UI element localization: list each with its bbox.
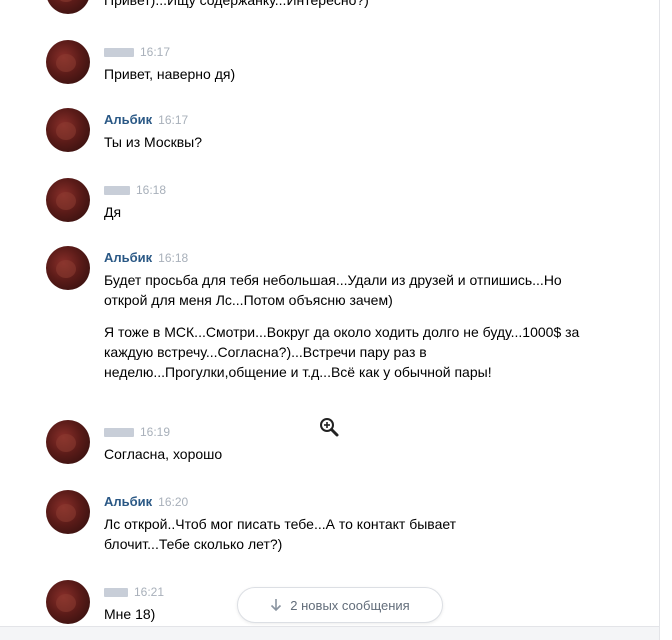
message-paragraph: Лс открой..Чтоб мог писать тебе...А то к… [104,516,457,552]
avatar[interactable] [46,40,90,84]
message-header: 16:17 [104,44,170,60]
avatar[interactable] [46,246,90,290]
message-text: Ты из Москвы? [104,132,604,152]
author-name[interactable]: Альбик [104,112,152,127]
message-paragraph: Согласна, хорошо [104,446,223,462]
message-text: Привет, наверно дя) [104,64,604,84]
message-header: 16:21 [104,584,164,600]
message-paragraph: Привет)...Ищу содержанку...Интересно?) [104,0,369,8]
message: 16:17 Привет, наверно дя) [0,40,640,90]
message-text: Дя [104,202,604,222]
message-paragraph: Дя [104,204,122,220]
avatar[interactable] [46,108,90,152]
message: Альбик 16:17 Ты из Москвы? [0,108,640,158]
message-time: 16:17 [140,45,171,59]
message-text: Будет просьба для тебя небольшая...Удали… [104,270,584,382]
author-name[interactable]: Альбик [104,494,152,509]
message-header: Альбик 16:18 [104,250,188,266]
message-header: Альбик 16:20 [104,494,188,510]
avatar[interactable] [46,0,90,14]
author-name-hidden [104,428,134,438]
avatar[interactable] [46,420,90,464]
message-text: Привет)...Ищу содержанку...Интересно?) [104,0,604,10]
message-paragraph: Будет просьба для тебя небольшая...Удали… [104,272,562,308]
message-text: Лс открой..Чтоб мог писать тебе...А то к… [104,514,544,554]
author-name-hidden [104,48,134,58]
message: Привет)...Ищу содержанку...Интересно?) [0,0,640,14]
author-name-hidden [104,588,128,598]
message-time: 16:21 [134,585,165,599]
author-name[interactable]: Альбик [104,250,152,265]
message-paragraph: Привет, наверно дя) [104,66,236,82]
message: Альбик 16:20 Лс открой..Чтоб мог писать т… [0,490,640,560]
message-header: Альбик 16:17 [104,112,188,128]
message-paragraph: Я тоже в МСК...Смотри...Вокруг да около … [104,324,580,380]
avatar[interactable] [46,580,90,624]
message-text: Согласна, хорошо [104,444,604,464]
chat-history: Привет)...Ищу содержанку...Интересно?) 1… [0,0,660,640]
avatar[interactable] [46,490,90,534]
message: 16:18 Дя [0,178,640,228]
new-messages-label: 2 новых сообщения [290,597,410,613]
message-time: 16:17 [158,113,189,127]
new-messages-button[interactable]: 2 новых сообщения [237,587,443,623]
bottom-divider [0,626,660,640]
arrow-down-icon [271,599,282,612]
message: Альбик 16:18 Будет просьба для тебя небол… [0,246,640,396]
message-header: 16:18 [104,182,166,198]
vertical-divider [659,0,660,640]
author-name-hidden [104,186,130,196]
message-time: 16:18 [136,183,167,197]
avatar[interactable] [46,178,90,222]
message-time: 16:18 [158,251,189,265]
zoom-cursor-icon [320,418,339,437]
message-header: 16:19 [104,424,170,440]
message-paragraph: Ты из Москвы? [104,134,203,150]
message-time: 16:19 [140,425,171,439]
message-time: 16:20 [158,495,189,509]
